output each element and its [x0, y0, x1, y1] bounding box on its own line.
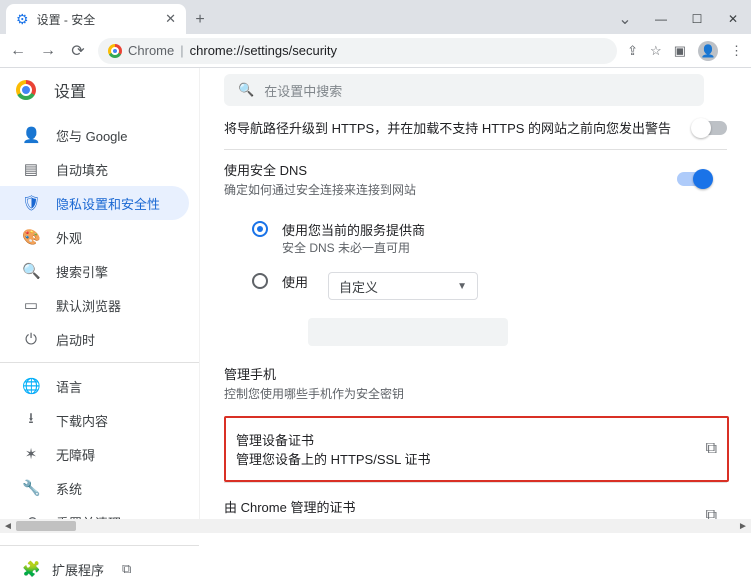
https-first-toggle[interactable] [693, 121, 727, 135]
browser-toolbar: ← → ⟳ Chrome | chrome://settings/securit… [0, 34, 751, 68]
accessibility-icon: ✶ [22, 445, 40, 463]
avatar[interactable]: 👤 [698, 41, 718, 61]
sidebar-item-search-engine[interactable]: 🔍搜索引擎 [0, 254, 199, 288]
window-titlebar: ⚙ 设置 - 安全 ✕ + ⌄ — ☐ ✕ [0, 0, 751, 34]
shield-icon: 🛡 [22, 194, 40, 212]
page-title: 设置 [54, 78, 86, 102]
dns-provider-select[interactable]: 自定义 ▼ [328, 272, 478, 300]
dns-custom-input[interactable] [308, 318, 508, 346]
extensions-icon[interactable]: ▣ [674, 43, 686, 59]
palette-icon: 🎨 [22, 228, 40, 246]
autofill-icon: ▤ [22, 160, 40, 178]
search-icon: 🔍 [22, 262, 40, 280]
divider [0, 362, 199, 363]
tab-title: 设置 - 安全 [37, 11, 158, 28]
divider [0, 545, 199, 546]
address-bar[interactable]: Chrome | chrome://settings/security [98, 38, 617, 64]
sidebar-item-default-browser[interactable]: ▭默认浏览器 [0, 288, 199, 322]
secure-dns-row: 使用安全 DNS 确定如何通过安全连接来连接到网站 [224, 149, 727, 212]
sidebar-item-extensions[interactable]: 🧩扩展程序⧉ [0, 552, 199, 586]
forward-button[interactable]: → [38, 42, 58, 60]
horizontal-scrollbar[interactable]: ◄ ► [0, 519, 751, 533]
maximize-button[interactable]: ☐ [679, 4, 715, 34]
scroll-right-icon[interactable]: ► [735, 519, 751, 533]
kebab-menu-icon[interactable]: ⋮ [730, 43, 743, 59]
chrome-icon [108, 44, 122, 58]
chevron-down-icon[interactable]: ⌄ [607, 4, 643, 34]
url-product: Chrome [128, 43, 174, 58]
share-icon[interactable]: ⇪ [627, 43, 638, 59]
settings-main: 将导航路径升级到 HTTPS，并在加载不支持 HTTPS 的网站之前向您发出警告… [200, 68, 751, 533]
settings-sidebar: 👤您与 Google ▤自动填充 🛡隐私设置和安全性 🎨外观 🔍搜索引擎 ▭默认… [0, 68, 200, 533]
radio-icon [252, 273, 268, 289]
url-path: chrome://settings/security [190, 43, 337, 58]
sidebar-item-accessibility[interactable]: ✶无障碍 [0, 437, 199, 471]
sidebar-item-on-startup[interactable]: ⏻启动时 [0, 322, 199, 356]
download-icon: ⭳ [22, 408, 40, 433]
reload-button[interactable]: ⟳ [68, 41, 88, 61]
external-link-icon: ⧉ [122, 561, 131, 577]
sidebar-item-downloads[interactable]: ⭳下载内容 [0, 403, 199, 437]
scrollbar-thumb[interactable] [16, 521, 76, 531]
back-button[interactable]: ← [8, 42, 28, 60]
wrench-icon: 🔧 [22, 479, 40, 497]
globe-icon: 🌐 [22, 377, 40, 395]
sidebar-item-autofill[interactable]: ▤自动填充 [0, 152, 199, 186]
browser-tab[interactable]: ⚙ 设置 - 安全 ✕ [6, 4, 186, 34]
gear-icon: ⚙ [16, 11, 29, 28]
secure-dns-toggle[interactable] [677, 172, 711, 186]
new-tab-button[interactable]: + [186, 6, 214, 34]
secure-dns-sub: 确定如何通过安全连接来连接到网站 [224, 181, 416, 198]
sidebar-item-system[interactable]: 🔧系统 [0, 471, 199, 505]
radio-icon [252, 221, 268, 237]
puzzle-icon: 🧩 [22, 560, 40, 578]
chevron-down-icon: ▼ [457, 281, 467, 292]
sidebar-item-appearance[interactable]: 🎨外观 [0, 220, 199, 254]
chrome-logo-icon [16, 80, 36, 100]
secure-dns-options: 使用您当前的服务提供商 安全 DNS 未必一直可用 使用 自定义 ▼ [224, 212, 727, 346]
power-icon: ⏻ [22, 331, 40, 348]
radio-current-provider[interactable]: 使用您当前的服务提供商 安全 DNS 未必一直可用 [252, 212, 727, 264]
sidebar-item-you-and-google[interactable]: 👤您与 Google [0, 118, 199, 152]
browser-icon: ▭ [22, 296, 40, 314]
minimize-button[interactable]: — [643, 4, 679, 34]
external-link-icon: ⧉ [706, 440, 717, 458]
person-icon: 👤 [22, 126, 40, 144]
secure-dns-title: 使用安全 DNS [224, 160, 416, 179]
window-controls: ⌄ — ☐ ✕ [607, 4, 751, 34]
star-icon[interactable]: ☆ [650, 43, 662, 59]
sidebar-item-privacy-security[interactable]: 🛡隐私设置和安全性 [0, 186, 189, 220]
sidebar-item-languages[interactable]: 🌐语言 [0, 369, 199, 403]
radio-custom-provider[interactable]: 使用 自定义 ▼ [252, 264, 727, 308]
https-first-row: 将导航路径升级到 HTTPS，并在加载不支持 HTTPS 的网站之前向您发出警告 [224, 118, 727, 149]
scroll-left-icon[interactable]: ◄ [0, 519, 16, 533]
close-icon[interactable]: ✕ [165, 11, 176, 27]
https-first-description: 将导航路径升级到 HTTPS，并在加载不支持 HTTPS 的网站之前向您发出警告 [224, 118, 671, 137]
close-window-button[interactable]: ✕ [715, 4, 751, 34]
manage-device-certificates[interactable]: 管理设备证书 管理您设备上的 HTTPS/SSL 证书 ⧉ [224, 416, 729, 482]
manage-phones-row: 管理手机 控制您使用哪些手机作为安全密钥 [224, 354, 727, 416]
